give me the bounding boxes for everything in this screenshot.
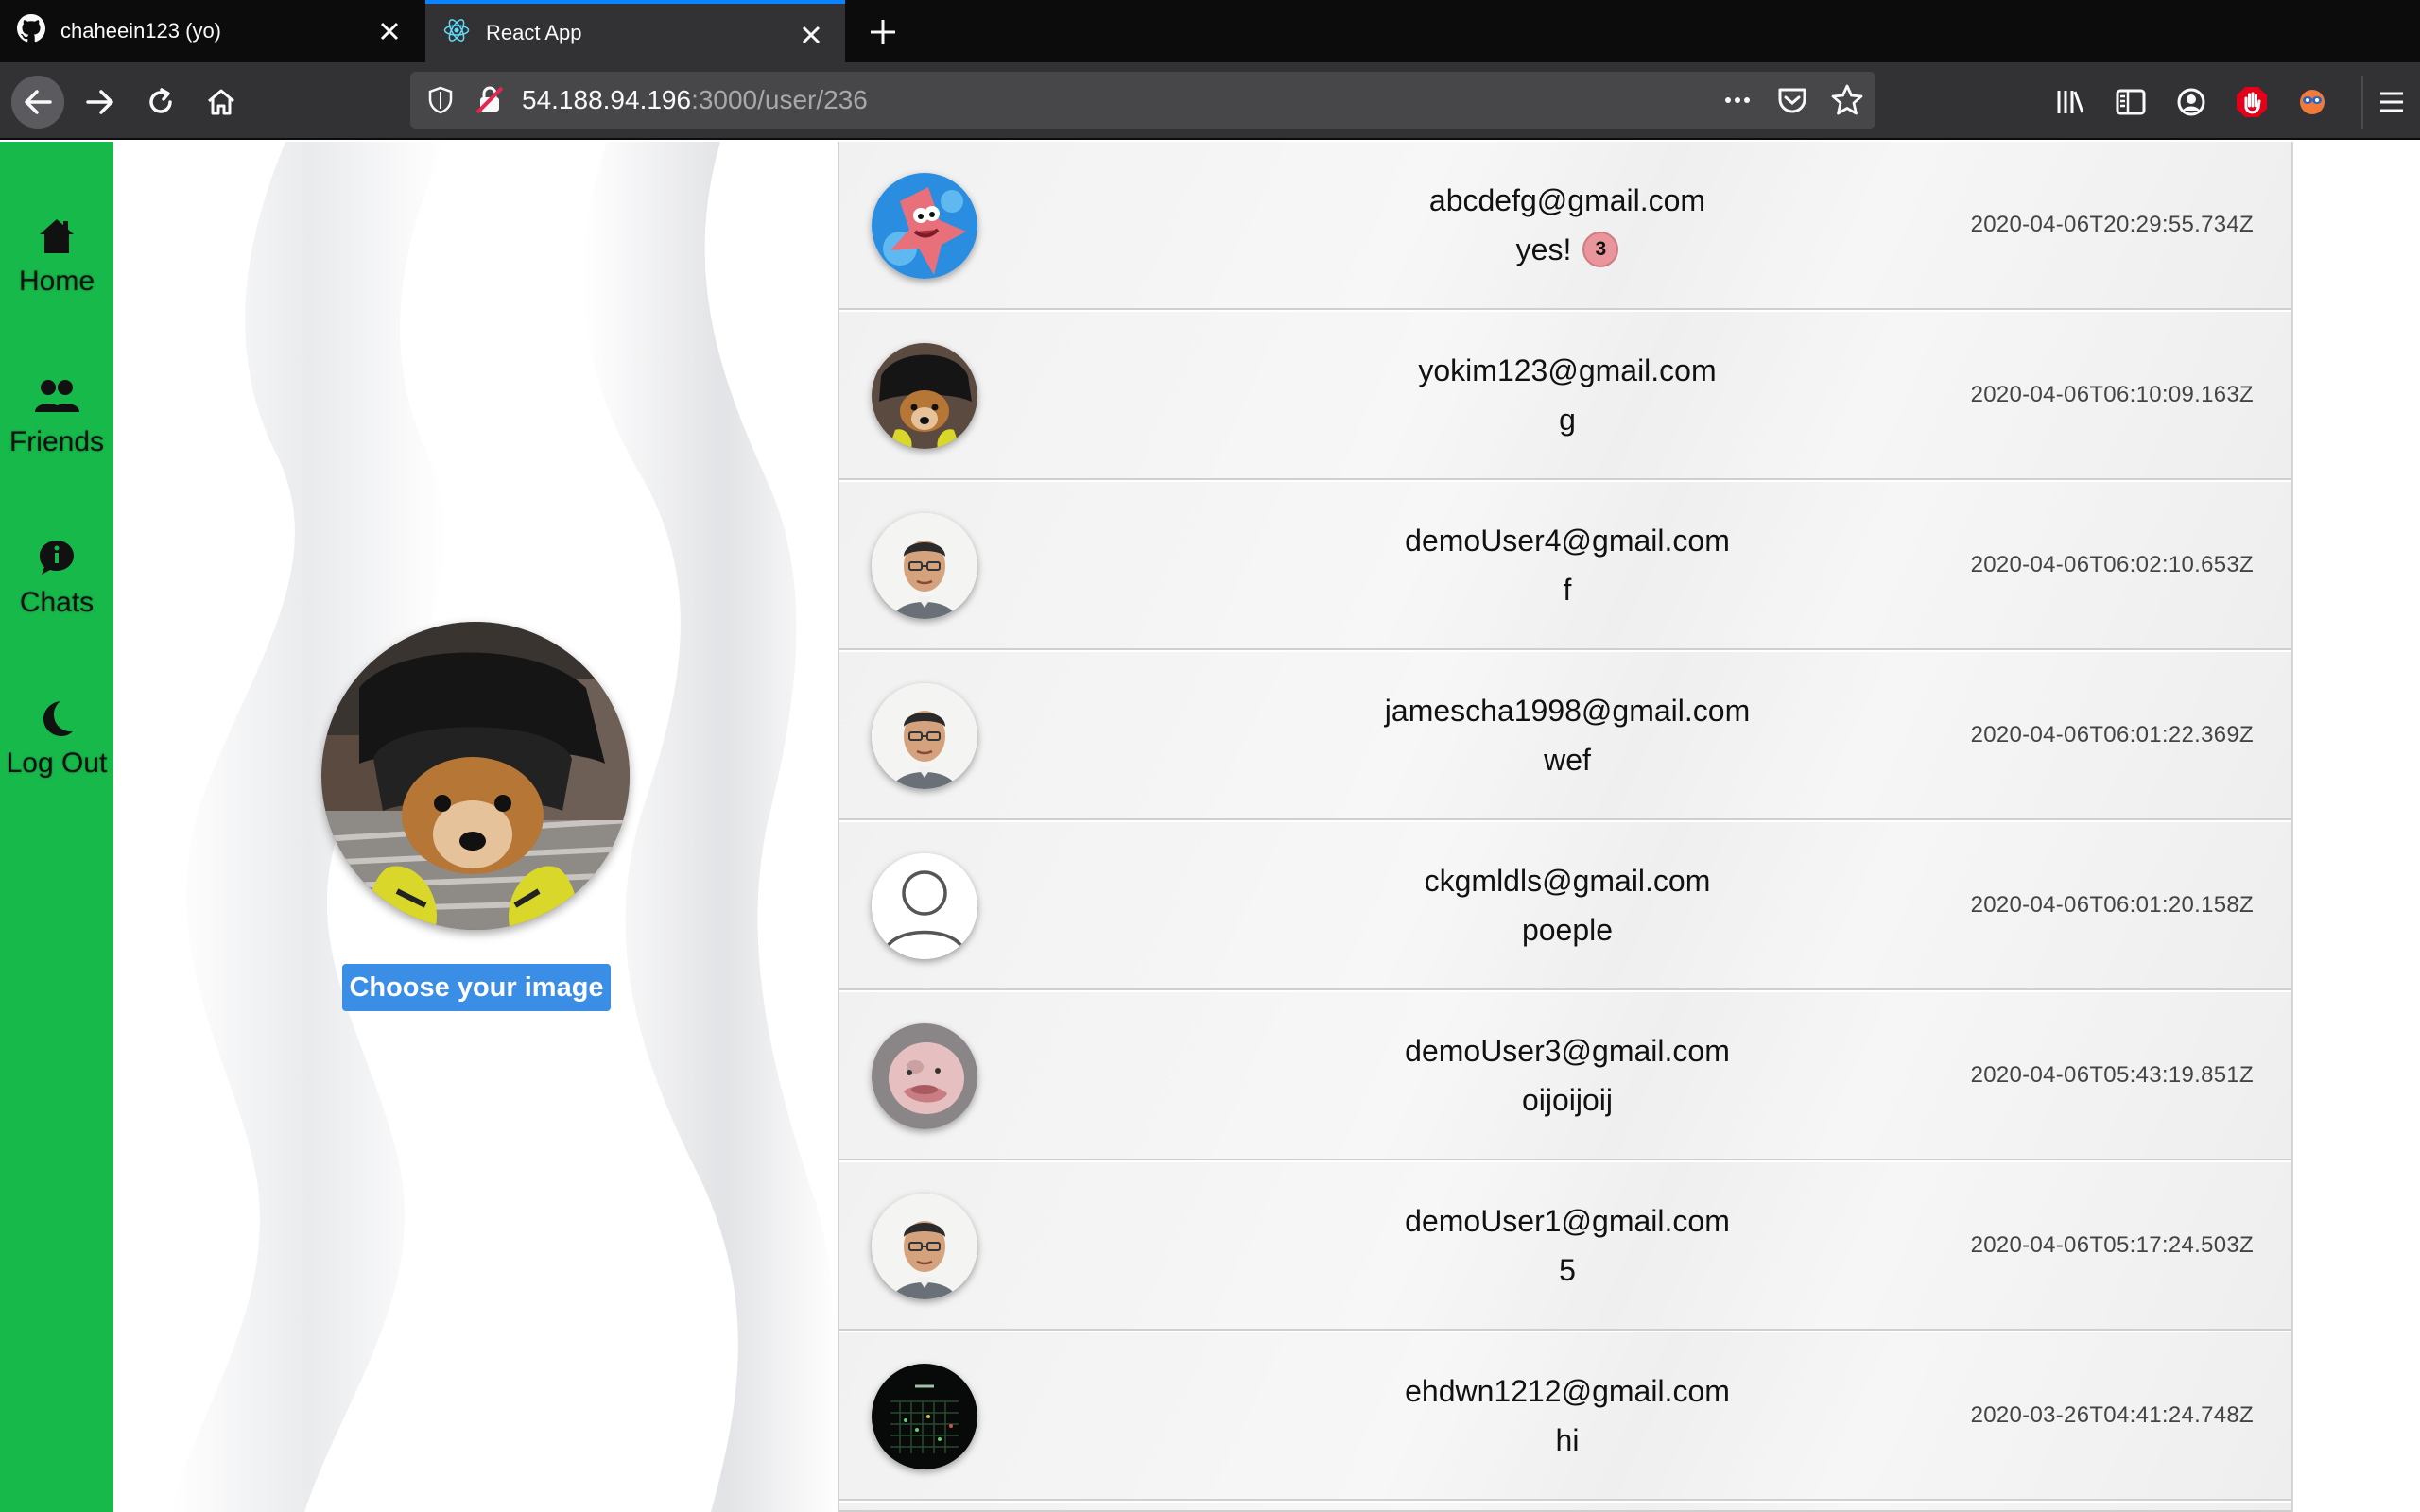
chat-last-message: hi	[1555, 1423, 1580, 1457]
chat-avatar	[872, 1364, 977, 1469]
sidebar-item-label: Chats	[19, 587, 95, 618]
chat-avatar	[872, 343, 977, 449]
chat-timestamp: 2020-04-06T05:17:24.503Z	[1970, 1232, 2254, 1258]
react-icon	[442, 16, 471, 50]
chat-row[interactable]: demoUser1@gmail.com 5 2020-04-06T05:17:2…	[839, 1162, 2291, 1331]
chat-avatar	[872, 173, 977, 279]
chat-row[interactable]: demoUser3@gmail.com oijoijoij 2020-04-06…	[839, 992, 2291, 1160]
chat-timestamp: 2020-04-06T06:02:10.653Z	[1970, 552, 2254, 577]
chat-timestamp: 2020-03-26T04:41:24.748Z	[1970, 1402, 2254, 1428]
chat-timestamp: 2020-04-06T06:01:20.158Z	[1970, 892, 2254, 918]
tab-title: React App	[486, 21, 582, 44]
new-tab-plus-icon[interactable]	[864, 13, 902, 51]
chat-row[interactable]: abcdefg@gmail.com yes! 3 2020-04-06T20:29…	[839, 142, 2291, 310]
sidebar-toggle-icon[interactable]	[2104, 76, 2157, 129]
url-host: 54.188.94.196	[522, 85, 692, 114]
insecure-connection-icon[interactable]	[475, 85, 505, 120]
sidebar-item-label: Friends	[9, 426, 105, 457]
browser-tab-bar: chaheein123 (yo) React App	[0, 0, 2420, 62]
chat-last-message: yes!	[1515, 232, 1572, 266]
hamburger-menu-icon[interactable]	[2361, 76, 2420, 129]
tab-react-app[interactable]: React App	[425, 0, 845, 62]
chat-row[interactable]: ckgmldls@gmail.com poeple 2020-04-06T06:…	[839, 822, 2291, 990]
close-icon[interactable]	[374, 16, 405, 46]
chat-email: jamescha1998@gmail.com	[1384, 694, 1751, 728]
chat-row[interactable]: demoUser4@gmail.com f 2020-04-06T06:02:1…	[839, 482, 2291, 650]
sidebar-item-friends[interactable]: Friends	[0, 376, 113, 458]
default-user-icon	[872, 853, 977, 959]
sidebar-item-label: Log Out	[6, 747, 108, 779]
chat-email: demoUser4@gmail.com	[1405, 524, 1730, 558]
close-icon[interactable]	[796, 20, 826, 50]
choose-image-button[interactable]: Choose your image	[342, 964, 611, 1011]
chat-row[interactable]	[839, 1503, 2291, 1512]
url-text[interactable]: 54.188.94.196:3000/user/236	[522, 85, 868, 115]
chat-email: ckgmldls@gmail.com	[1424, 864, 1711, 898]
chat-last-message: oijoijoij	[1521, 1083, 1614, 1117]
sidebar-item-chats[interactable]: Chats	[0, 537, 113, 619]
url-path: :3000/user/236	[691, 85, 868, 114]
back-arrow-icon[interactable]	[11, 76, 64, 129]
moon-icon	[36, 697, 78, 744]
library-icon[interactable]	[2044, 76, 2097, 129]
profile-panel: Choose your image	[115, 142, 838, 1512]
chat-avatar	[872, 683, 977, 789]
app-page: Home Friends Chats Log Out Choose your i…	[0, 142, 2420, 1512]
chat-avatar	[872, 1194, 977, 1299]
chat-timestamp: 2020-04-06T06:01:22.369Z	[1970, 722, 2254, 747]
github-icon	[17, 14, 46, 48]
sidebar-item-logout[interactable]: Log Out	[0, 697, 113, 780]
chat-timestamp: 2020-04-06T20:29:55.734Z	[1970, 212, 2254, 237]
chat-timestamp: 2020-04-06T05:43:19.851Z	[1970, 1062, 2254, 1088]
chat-row[interactable]: yokim123@gmail.com g 2020-04-06T06:10:09…	[839, 312, 2291, 480]
chat-list: abcdefg@gmail.com yes! 3 2020-04-06T20:29…	[838, 142, 2293, 1512]
chat-timestamp: 2020-04-06T06:10:09.163Z	[1970, 382, 2254, 407]
sidebar-item-label: Home	[18, 266, 95, 297]
chat-email: demoUser3@gmail.com	[1405, 1034, 1730, 1068]
chat-avatar	[872, 1023, 977, 1129]
chat-icon	[36, 537, 78, 583]
chat-email: yokim123@gmail.com	[1418, 353, 1717, 387]
chat-email: demoUser1@gmail.com	[1405, 1204, 1730, 1238]
chat-avatar	[872, 513, 977, 619]
unread-count-badge: 3	[1582, 232, 1619, 267]
chat-last-message: g	[1559, 403, 1576, 437]
browser-nav-bar: 54.188.94.196:3000/user/236	[0, 62, 2420, 140]
chat-last-message: wef	[1544, 743, 1591, 777]
address-bar[interactable]: 54.188.94.196:3000/user/236	[410, 72, 1876, 129]
browser-toolbar-right	[2036, 76, 2420, 129]
chat-last-message: poeple	[1521, 913, 1614, 947]
forward-arrow-icon[interactable]	[74, 76, 127, 129]
ad-block-extension-icon[interactable]	[2225, 76, 2278, 129]
app-sidebar: Home Friends Chats Log Out	[0, 142, 113, 1512]
chat-last-message: f	[1563, 573, 1572, 607]
chat-last-message: 5	[1559, 1253, 1576, 1287]
tab-title: chaheein123 (yo)	[60, 19, 222, 43]
chat-email: abcdefg@gmail.com	[1428, 183, 1706, 217]
tracking-shield-icon[interactable]	[425, 85, 456, 120]
home-icon	[36, 215, 78, 262]
reload-icon[interactable]	[134, 76, 187, 129]
page-actions	[1720, 83, 1864, 122]
chat-row[interactable]: jamescha1998@gmail.com wef 2020-04-06T06…	[839, 652, 2291, 820]
tab-github[interactable]: chaheein123 (yo)	[0, 0, 424, 62]
bookmark-star-icon[interactable]	[1830, 83, 1864, 122]
more-dots-icon[interactable]	[1720, 83, 1754, 122]
account-icon[interactable]	[2165, 76, 2218, 129]
home-icon[interactable]	[195, 76, 248, 129]
profile-avatar	[321, 622, 630, 930]
chat-row[interactable]: ehdwn1212@gmail.com hi 2020-03-26T04:41:…	[839, 1332, 2291, 1501]
pocket-icon[interactable]	[1775, 83, 1809, 122]
extension-mask-icon[interactable]	[2286, 76, 2339, 129]
chat-email: ehdwn1212@gmail.com	[1405, 1374, 1730, 1408]
friends-icon	[32, 376, 81, 422]
sidebar-item-home[interactable]: Home	[0, 215, 113, 298]
